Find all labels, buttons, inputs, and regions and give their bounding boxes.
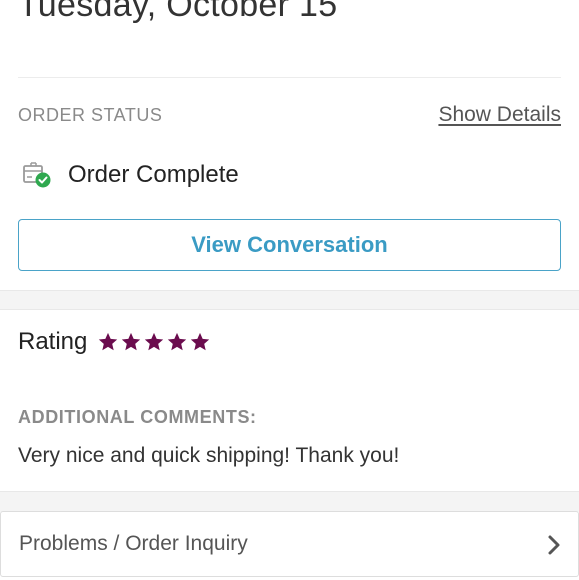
star-icon <box>191 332 210 351</box>
star-icon <box>122 332 141 351</box>
star-icon <box>99 332 118 351</box>
order-inquiry-row[interactable]: Problems / Order Inquiry <box>0 511 579 577</box>
view-conversation-button[interactable]: View Conversation <box>18 219 561 271</box>
show-details-link[interactable]: Show Details <box>438 103 561 127</box>
additional-comments-label: ADDITIONAL COMMENTS: <box>18 407 257 427</box>
order-status-row: Order Complete <box>22 160 239 190</box>
section-separator <box>0 491 579 512</box>
box-check-icon <box>22 160 52 190</box>
section-separator <box>0 290 579 310</box>
comment-text: Very nice and quick shipping! Thank you! <box>18 444 400 467</box>
order-status-label: ORDER STATUS <box>18 105 163 125</box>
star-icon <box>168 332 187 351</box>
rating-row: Rating <box>18 328 212 356</box>
star-icon <box>145 332 164 351</box>
chevron-right-icon <box>544 534 564 556</box>
rating-label: Rating <box>18 328 88 355</box>
order-date-title: Tuesday, October 15 <box>18 0 338 24</box>
rating-stars <box>97 331 212 353</box>
divider <box>18 77 561 78</box>
order-status-text: Order Complete <box>68 161 239 188</box>
order-inquiry-label: Problems / Order Inquiry <box>19 532 248 555</box>
